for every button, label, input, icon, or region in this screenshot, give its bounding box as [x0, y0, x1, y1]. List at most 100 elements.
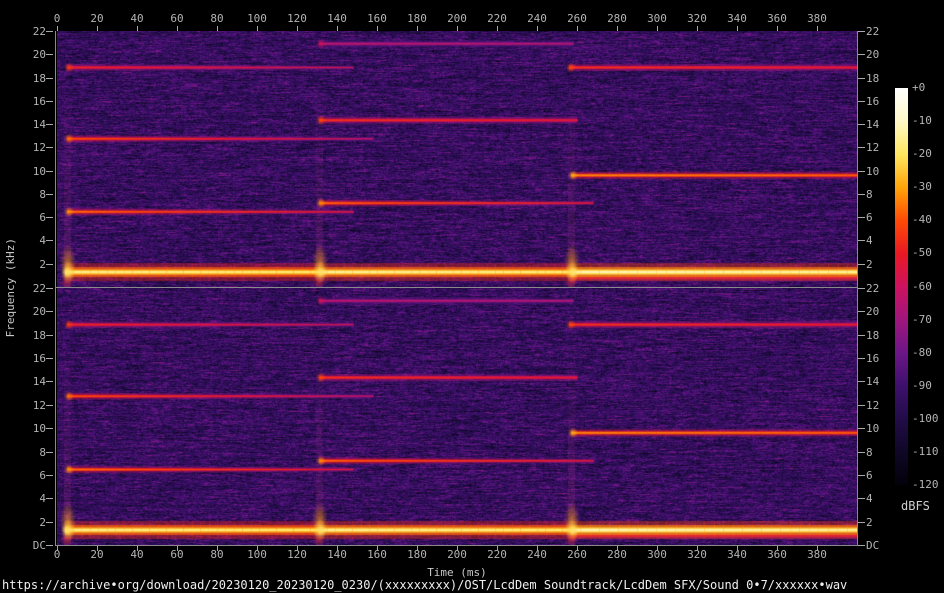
freq-tick-mark — [46, 545, 53, 546]
time-tick-label: 300 — [642, 13, 672, 24]
time-tick-mark — [577, 546, 578, 551]
time-tick-label: 60 — [162, 13, 192, 24]
time-tick-label: 200 — [442, 13, 472, 24]
freq-tick-label: 10 — [16, 166, 46, 177]
freq-tick-mark — [46, 101, 53, 102]
colorbar-unit-label: dBFS — [901, 499, 930, 513]
freq-tick-mark — [858, 405, 865, 406]
time-tick-mark — [297, 546, 298, 551]
time-tick-label: 240 — [522, 13, 552, 24]
freq-tick-mark — [46, 498, 53, 499]
colorbar-tick-label: -100 — [912, 413, 944, 424]
freq-tick-mark — [858, 381, 865, 382]
colorbar-tick-label: -110 — [912, 446, 944, 457]
freq-tick-label: 22 — [16, 26, 46, 37]
freq-tick-mark — [858, 54, 865, 55]
plot-left-border — [55, 31, 56, 545]
time-tick-mark — [97, 546, 98, 551]
freq-tick-label: 2 — [866, 517, 900, 528]
time-tick-label: 220 — [482, 13, 512, 24]
freq-tick-mark — [858, 171, 865, 172]
freq-tick-mark — [858, 194, 865, 195]
freq-tick-mark — [46, 522, 53, 523]
freq-tick-mark — [858, 124, 865, 125]
freq-tick-mark — [46, 288, 53, 289]
freq-tick-label: 4 — [16, 235, 46, 246]
time-tick-mark — [537, 546, 538, 551]
time-tick-label: 140 — [322, 13, 352, 24]
freq-tick-mark — [46, 171, 53, 172]
file-path-text: https://archive•org/download/20230120_20… — [2, 578, 847, 592]
colorbar-tick-label: -120 — [912, 479, 944, 490]
time-tick-mark — [57, 546, 58, 551]
spek-spectrogram-view: Frequency (kHz) 020406080100120140160180… — [0, 0, 944, 593]
freq-tick-label: 2 — [16, 517, 46, 528]
freq-tick-label: 18 — [16, 73, 46, 84]
freq-tick-mark — [46, 31, 53, 32]
freq-tick-label: 2 — [16, 259, 46, 270]
time-tick-label: 280 — [602, 13, 632, 24]
freq-tick-label: 8 — [16, 447, 46, 458]
freq-tick-label: 18 — [866, 73, 900, 84]
freq-tick-mark — [46, 240, 53, 241]
time-tick-mark — [657, 546, 658, 551]
freq-tick-label: 22 — [866, 26, 900, 37]
freq-tick-mark — [858, 217, 865, 218]
freq-tick-mark — [858, 264, 865, 265]
time-tick-mark — [337, 546, 338, 551]
dbfs-colorbar-gradient — [895, 88, 908, 485]
freq-tick-mark — [858, 288, 865, 289]
time-tick-label: 80 — [202, 13, 232, 24]
time-tick-label: 180 — [402, 13, 432, 24]
time-tick-label: 340 — [722, 13, 752, 24]
freq-tick-mark — [858, 475, 865, 476]
freq-tick-label: 20 — [866, 49, 900, 60]
freq-tick-mark — [858, 498, 865, 499]
freq-tick-label: 6 — [16, 470, 46, 481]
colorbar-tick-label: -60 — [912, 281, 944, 292]
freq-tick-label: 4 — [866, 493, 900, 504]
freq-tick-mark — [46, 381, 53, 382]
freq-tick-label: 16 — [16, 96, 46, 107]
colorbar-tick-label: -20 — [912, 148, 944, 159]
freq-tick-mark — [858, 522, 865, 523]
freq-tick-mark — [46, 311, 53, 312]
time-tick-mark — [697, 546, 698, 551]
freq-tick-label: 8 — [16, 189, 46, 200]
time-tick-label: 40 — [122, 13, 152, 24]
colorbar-tick-label: +0 — [912, 82, 944, 93]
time-tick-mark — [417, 546, 418, 551]
time-tick-mark — [137, 546, 138, 551]
time-tick-label: 320 — [682, 13, 712, 24]
freq-tick-label: 12 — [16, 400, 46, 411]
time-tick-mark — [217, 546, 218, 551]
freq-tick-mark — [46, 452, 53, 453]
freq-tick-label: 10 — [16, 423, 46, 434]
colorbar-tick-label: -70 — [912, 314, 944, 325]
time-tick-label: 20 — [82, 13, 112, 24]
time-tick-label: 160 — [362, 13, 392, 24]
freq-tick-label: DC — [866, 540, 900, 551]
freq-tick-mark — [46, 217, 53, 218]
time-tick-mark — [737, 546, 738, 551]
freq-tick-mark — [46, 358, 53, 359]
freq-tick-label: 20 — [16, 306, 46, 317]
freq-tick-mark — [858, 240, 865, 241]
freq-tick-mark — [858, 358, 865, 359]
time-tick-mark — [257, 546, 258, 551]
time-tick-label: 100 — [242, 13, 272, 24]
spectrogram-right-channel — [57, 288, 857, 545]
time-tick-mark — [497, 546, 498, 551]
time-tick-label: 260 — [562, 13, 592, 24]
time-tick-label: 360 — [762, 13, 792, 24]
freq-tick-mark — [46, 78, 53, 79]
freq-tick-label: 4 — [16, 493, 46, 504]
freq-tick-mark — [858, 31, 865, 32]
time-tick-mark — [377, 546, 378, 551]
colorbar-tick-label: -40 — [912, 214, 944, 225]
freq-tick-label: 22 — [16, 283, 46, 294]
freq-tick-mark — [46, 405, 53, 406]
colorbar-tick-label: -10 — [912, 115, 944, 126]
channel-separator-line — [55, 287, 858, 288]
time-tick-mark — [777, 546, 778, 551]
